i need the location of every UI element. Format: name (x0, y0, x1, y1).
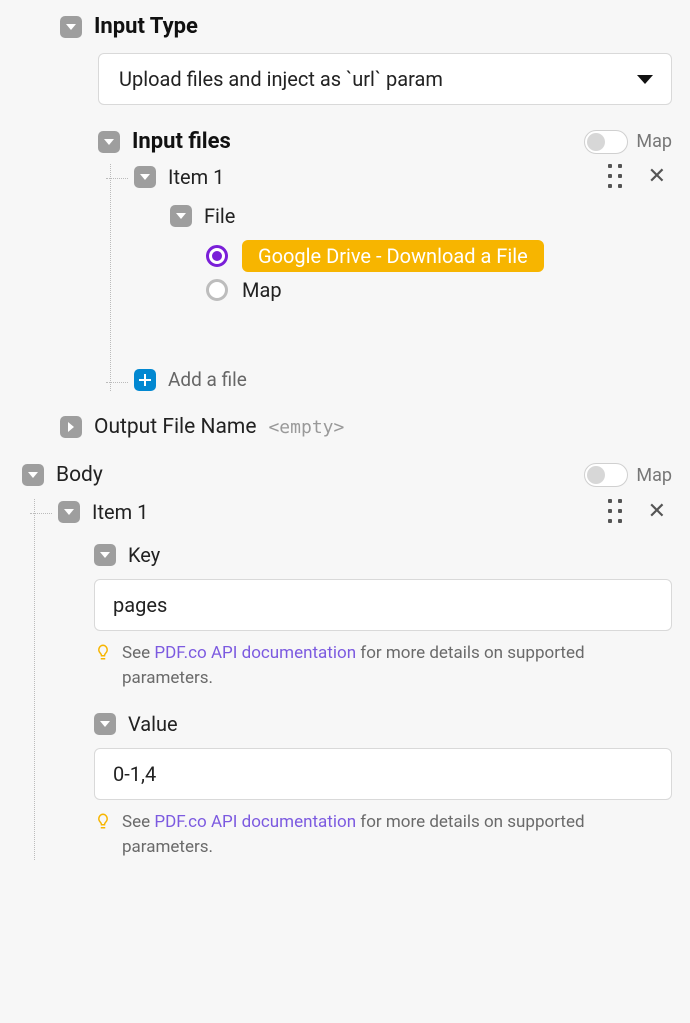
output-file-name-label: Output File Name (94, 415, 256, 439)
radio-selected-icon[interactable] (206, 245, 228, 267)
chevron-down-icon[interactable] (58, 501, 80, 523)
key-header: Key (94, 543, 672, 567)
remove-item-button[interactable]: ✕ (642, 499, 672, 525)
map-toggle-label: Map (636, 131, 672, 152)
doc-link[interactable]: PDF.co API documentation (154, 812, 356, 832)
value-value: 0-1,4 (113, 762, 156, 786)
key-label: Key (128, 543, 160, 567)
add-file-label: Add a file (168, 368, 247, 391)
chevron-right-icon[interactable] (60, 416, 82, 438)
body-label: Body (56, 463, 103, 487)
value-input[interactable]: 0-1,4 (94, 748, 672, 800)
hint-text-prefix: See (122, 812, 154, 832)
item-title: Item 1 (168, 165, 224, 189)
file-option-row: Google Drive - Download a File (206, 240, 672, 272)
file-option-row: Map (206, 278, 672, 302)
input-files-header: Input files Map (98, 129, 672, 154)
toggle-switch[interactable] (584, 130, 628, 154)
chevron-down-icon[interactable] (94, 713, 116, 735)
lightbulb-icon (94, 643, 112, 661)
drag-handle-icon[interactable] (608, 499, 624, 525)
input-type-header: Input Type (18, 14, 672, 39)
chevron-down-icon[interactable] (134, 166, 156, 188)
caret-down-icon (637, 75, 653, 84)
key-value: pages (113, 593, 167, 617)
body-item-header: Item 1 ✕ (58, 499, 672, 525)
input-type-label: Input Type (94, 14, 198, 39)
toggle-switch[interactable] (584, 463, 628, 487)
value-hint: See PDF.co API documentation for more de… (94, 810, 672, 859)
key-hint: See PDF.co API documentation for more de… (94, 641, 672, 690)
map-toggle-label: Map (636, 465, 672, 486)
drag-handle-icon[interactable] (608, 164, 624, 190)
key-input[interactable]: pages (94, 579, 672, 631)
file-option-pill[interactable]: Google Drive - Download a File (242, 240, 544, 272)
chevron-down-icon[interactable] (22, 464, 44, 486)
file-header: File (170, 204, 672, 228)
item-title: Item 1 (92, 500, 148, 524)
radio-unselected-icon[interactable] (206, 279, 228, 301)
value-header: Value (94, 712, 672, 736)
add-button[interactable] (134, 369, 156, 391)
file-label: File (204, 204, 235, 228)
value-label: Value (128, 712, 178, 736)
add-file-row: Add a file (134, 368, 672, 391)
map-toggle[interactable]: Map (584, 463, 672, 487)
input-files-label: Input files (132, 129, 231, 154)
chevron-down-icon[interactable] (94, 544, 116, 566)
hint-text-prefix: See (122, 643, 154, 663)
output-file-name-header: Output File Name <empty> (60, 415, 672, 439)
remove-item-button[interactable]: ✕ (642, 164, 672, 190)
chevron-down-icon[interactable] (60, 16, 82, 38)
input-type-select[interactable]: Upload files and inject as `url` param (98, 53, 672, 105)
input-type-selected: Upload files and inject as `url` param (119, 67, 443, 91)
chevron-down-icon[interactable] (98, 131, 120, 153)
map-toggle[interactable]: Map (584, 130, 672, 154)
body-header: Body Map (22, 463, 672, 487)
lightbulb-icon (94, 812, 112, 830)
chevron-down-icon[interactable] (170, 205, 192, 227)
doc-link[interactable]: PDF.co API documentation (154, 643, 356, 663)
empty-tag: <empty> (268, 417, 344, 438)
file-option-label: Map (242, 278, 282, 302)
input-files-item-header: Item 1 ✕ (134, 164, 672, 190)
